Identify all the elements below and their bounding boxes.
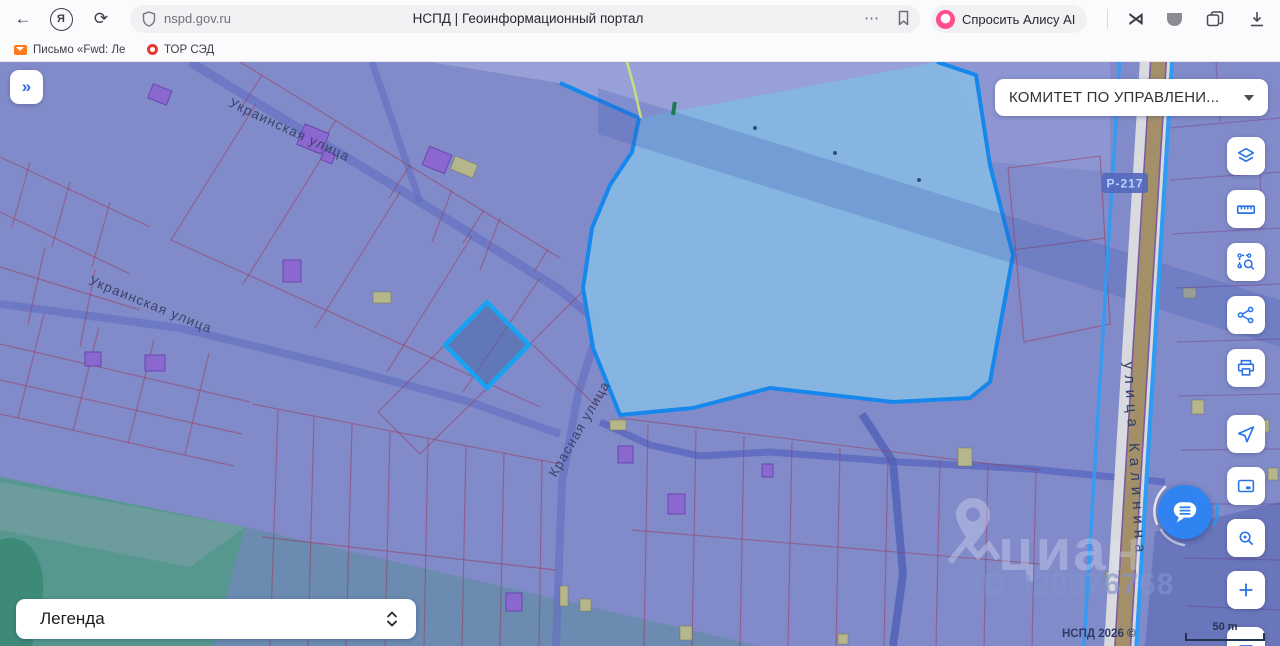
layers-icon	[1237, 147, 1255, 163]
site-security-icon[interactable]	[142, 11, 156, 32]
chevron-down-icon	[1244, 94, 1254, 101]
chat-widget[interactable]	[1148, 475, 1222, 549]
bookmark-item-mail[interactable]: Письмо «Fwd: Ле	[14, 38, 125, 61]
tool-print-button[interactable]	[1227, 349, 1265, 387]
page-title: НСПД | Геоинформационный портал	[412, 11, 644, 26]
tool-locate-button[interactable]	[1227, 415, 1265, 453]
tor-sed-favicon	[147, 44, 158, 55]
mail-favicon	[14, 44, 27, 55]
back-icon[interactable]: ←	[10, 0, 36, 38]
cian-id-text: ID 329376768	[974, 568, 1175, 601]
scale-line	[1185, 633, 1265, 641]
zoom-in-button[interactable]	[1227, 571, 1265, 609]
tool-measure-button[interactable]	[1227, 190, 1265, 228]
address-bar[interactable]: nspd.gov.ru НСПД | Геоинформационный пор…	[130, 5, 920, 33]
ask-alice-button[interactable]: Спросить Алису AI	[931, 5, 1088, 33]
scale-text: 50 m	[1212, 621, 1238, 633]
tool-area-search-button[interactable]	[1227, 243, 1265, 281]
printer-icon	[1237, 359, 1255, 376]
bookmark-item-tor-sed[interactable]: ТОР СЭД	[147, 38, 214, 61]
sidebar-expand-button[interactable]: »	[10, 70, 43, 104]
downloads-icon[interactable]	[1242, 0, 1272, 38]
place-search-icon	[1239, 531, 1254, 546]
scale-bar: 50 m	[1185, 621, 1265, 641]
tool-place-search-button[interactable]	[1227, 519, 1265, 557]
ruler-icon	[1236, 205, 1256, 214]
legend-panel[interactable]: Легенда	[16, 599, 416, 639]
protect-shield-icon[interactable]	[1160, 0, 1188, 38]
tool-share-button[interactable]	[1227, 296, 1265, 334]
browser-toolbar: ← Я ⟳ nspd.gov.ru НСПД | Геоинформационн…	[0, 0, 1280, 38]
expand-collapse-icon[interactable]	[386, 610, 398, 628]
basemap-svg: Р-217 Украинская улица Украинская улица …	[0, 62, 1280, 646]
map-canvas[interactable]: Р-217 Украинская улица Украинская улица …	[0, 62, 1280, 646]
double-chevron-right-icon: »	[21, 77, 32, 96]
minimap-icon	[1237, 479, 1255, 493]
toolbar-divider	[1107, 9, 1108, 29]
tool-layers-button[interactable]	[1227, 137, 1265, 175]
layer-selector-dropdown[interactable]: КОМИТЕТ ПО УПРАВЛЕНИ...	[995, 79, 1268, 116]
url-text: nspd.gov.ru	[164, 11, 231, 26]
tabs-panel-icon[interactable]	[1200, 0, 1230, 38]
share-icon	[1237, 306, 1254, 324]
legend-title: Легенда	[40, 609, 105, 628]
alice-icon	[936, 9, 955, 29]
kinopoisk-extension-icon[interactable]: ⋊	[1122, 0, 1150, 38]
polygon-search-icon	[1237, 253, 1255, 270]
browser-window: ← Я ⟳ nspd.gov.ru НСПД | Геоинформационн…	[0, 0, 1280, 646]
chat-button[interactable]	[1158, 485, 1212, 539]
yandex-services-icon[interactable]: Я	[48, 0, 74, 38]
more-actions-icon[interactable]: ⋯	[864, 9, 880, 27]
map-attribution: НСПД 2026 ©	[1062, 628, 1136, 640]
svg-text:Р-217: Р-217	[1106, 177, 1143, 191]
navigation-arrow-icon	[1237, 426, 1255, 443]
road-badge: Р-217	[1102, 173, 1148, 193]
chat-bubble-icon	[1173, 502, 1197, 523]
plus-icon	[1239, 583, 1253, 597]
bookmark-flag-icon[interactable]	[897, 10, 910, 31]
refresh-icon[interactable]: ⟳	[88, 0, 114, 38]
bookmarks-bar: Письмо «Fwd: Ле ТОР СЭД	[0, 38, 1280, 62]
tool-minimap-button[interactable]	[1227, 467, 1265, 505]
